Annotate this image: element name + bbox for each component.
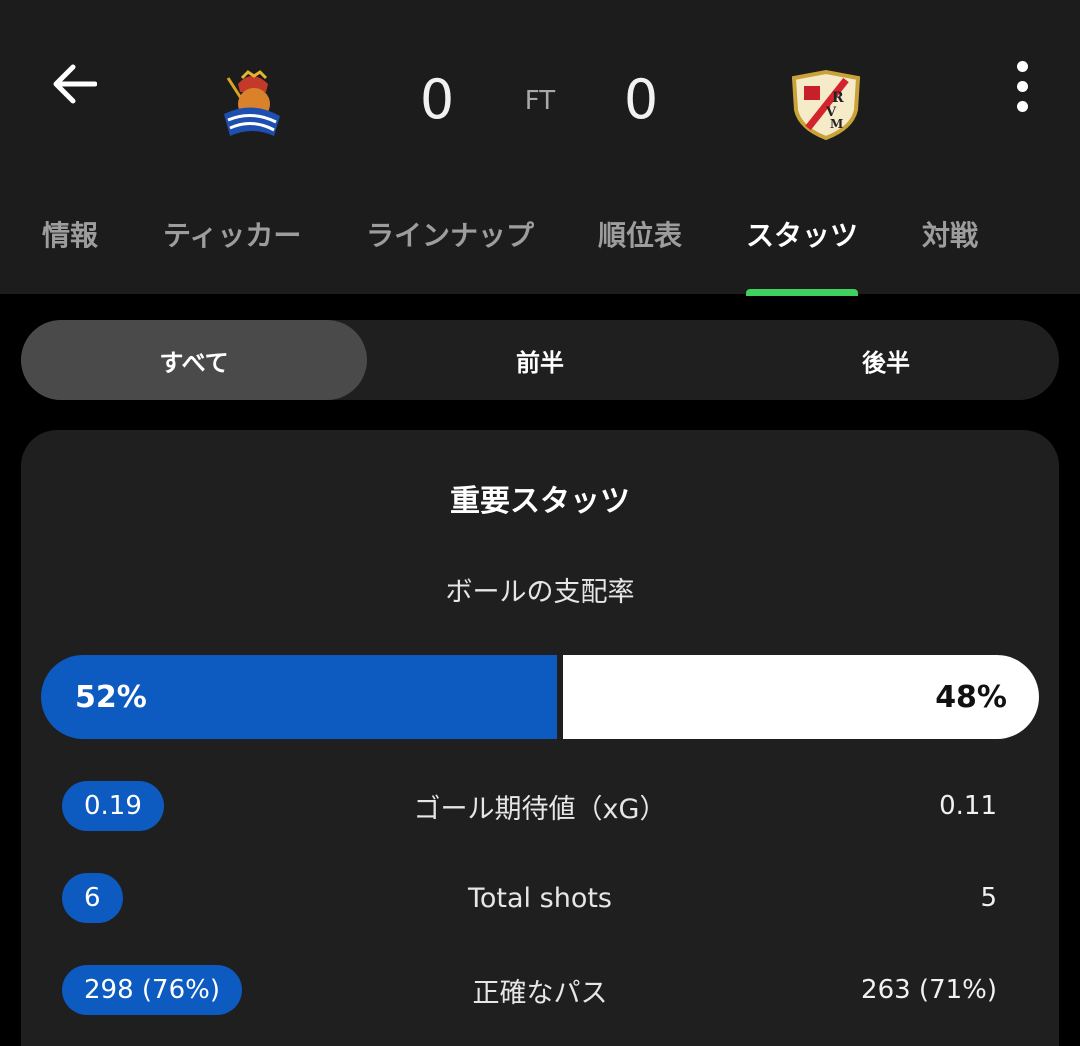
away-score: 0 bbox=[623, 68, 659, 131]
active-tab-indicator bbox=[746, 289, 858, 296]
filter-second-half[interactable]: 後半 bbox=[713, 320, 1059, 400]
svg-text:R: R bbox=[832, 90, 844, 106]
away-stat-value: 5 bbox=[980, 883, 997, 913]
match-header: 0 FT 0 R V M 情報 ティッカー ラインナップ 順位表 スタッツ 対戦 bbox=[0, 0, 1080, 296]
match-tabs: 情報 ティッカー ラインナップ 順位表 スタッツ 対戦 bbox=[0, 208, 1080, 294]
stat-label: Total shots bbox=[468, 882, 612, 914]
match-status: FT bbox=[524, 86, 556, 116]
back-arrow-icon bbox=[53, 64, 97, 104]
tab-head-to-head[interactable]: 対戦 bbox=[922, 208, 978, 260]
rayo-vallecano-crest-icon: R V M bbox=[791, 69, 861, 141]
tab-ticker[interactable]: ティッカー bbox=[163, 208, 301, 260]
away-team-crest[interactable]: R V M bbox=[786, 64, 866, 144]
more-vert-icon-dot bbox=[1016, 100, 1028, 112]
stat-row-total-shots: 6 Total shots 5 bbox=[21, 873, 1059, 925]
key-stats-card: 重要スタッツ ボールの支配率 52% 48% 0.19 ゴール期待値（xG） 0… bbox=[21, 430, 1059, 1046]
more-vert-icon bbox=[1016, 60, 1028, 72]
more-vert-icon-dot bbox=[1016, 80, 1028, 92]
away-stat-value: 0.11 bbox=[939, 791, 997, 821]
tab-info[interactable]: 情報 bbox=[42, 208, 98, 260]
stat-label: ゴール期待値（xG） bbox=[413, 793, 667, 825]
back-button[interactable] bbox=[44, 54, 104, 114]
stat-row-accurate-passes: 298 (76%) 正確なパス 263 (71%) bbox=[21, 965, 1059, 1017]
section-title: 重要スタッツ bbox=[450, 484, 630, 519]
possession-bar: 52% 48% bbox=[41, 655, 1039, 739]
possession-label: ボールの支配率 bbox=[445, 577, 635, 608]
tab-lineup[interactable]: ラインナップ bbox=[366, 208, 534, 260]
more-options-button[interactable] bbox=[1000, 56, 1044, 116]
tab-stats[interactable]: スタッツ bbox=[746, 208, 858, 260]
period-filter: すべて 前半 後半 bbox=[21, 320, 1059, 400]
away-stat-value: 263 (71%) bbox=[861, 975, 997, 1005]
home-possession-value: 52% bbox=[75, 679, 147, 715]
real-sociedad-crest-icon bbox=[224, 70, 280, 136]
home-team-crest[interactable] bbox=[212, 64, 292, 144]
svg-text:M: M bbox=[830, 117, 843, 131]
filter-first-half[interactable]: 前半 bbox=[367, 320, 713, 400]
tab-standings[interactable]: 順位表 bbox=[598, 208, 682, 260]
away-possession-value: 48% bbox=[935, 679, 1007, 715]
stat-row-xg: 0.19 ゴール期待値（xG） 0.11 bbox=[21, 781, 1059, 833]
home-score: 0 bbox=[419, 68, 455, 131]
filter-all[interactable]: すべて bbox=[21, 320, 367, 400]
